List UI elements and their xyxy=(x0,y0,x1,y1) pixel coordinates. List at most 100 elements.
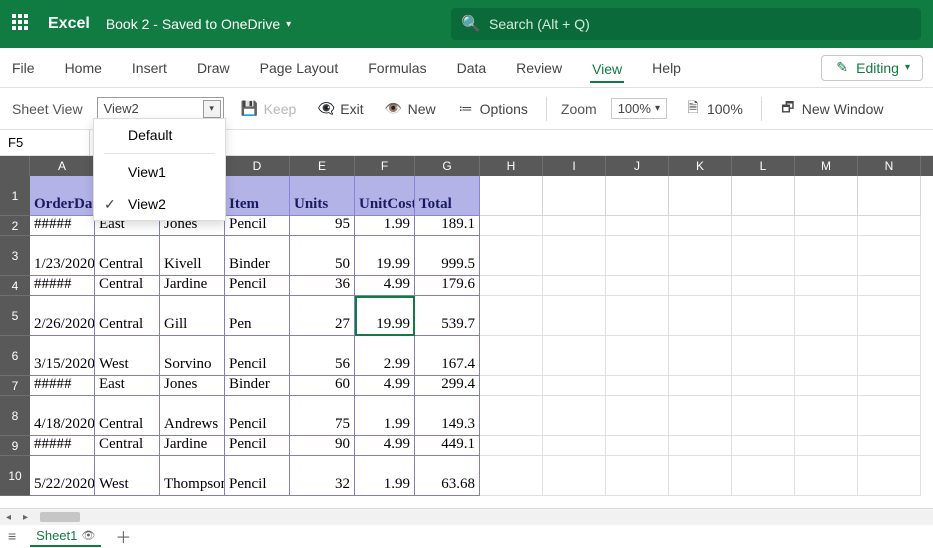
cell[interactable] xyxy=(732,296,795,336)
cell[interactable] xyxy=(732,176,795,216)
cell[interactable] xyxy=(732,456,795,496)
cell[interactable] xyxy=(795,376,858,396)
cell[interactable]: 32 xyxy=(290,456,355,496)
cell[interactable] xyxy=(480,176,543,216)
col-header[interactable]: A xyxy=(30,156,95,176)
dropdown-item-default[interactable]: Default xyxy=(94,119,225,151)
cell[interactable] xyxy=(858,436,921,456)
cell[interactable] xyxy=(480,376,543,396)
scroll-thumb[interactable] xyxy=(40,512,80,522)
cell[interactable]: West xyxy=(95,336,160,376)
cell[interactable]: 63.68 xyxy=(415,456,480,496)
cell[interactable]: 179.6 xyxy=(415,276,480,296)
cell[interactable] xyxy=(606,216,669,236)
cell[interactable]: ##### xyxy=(30,376,95,396)
cell[interactable]: Central xyxy=(95,396,160,436)
cell[interactable] xyxy=(858,376,921,396)
cell[interactable] xyxy=(669,216,732,236)
cell[interactable]: East xyxy=(95,376,160,396)
cell[interactable] xyxy=(858,236,921,276)
cell[interactable] xyxy=(543,216,606,236)
cell[interactable]: Central xyxy=(95,236,160,276)
cell[interactable] xyxy=(480,456,543,496)
cell[interactable] xyxy=(669,376,732,396)
cell[interactable]: 19.99 xyxy=(355,236,415,276)
tab-view[interactable]: View xyxy=(590,55,624,83)
row-header[interactable]: 4 xyxy=(0,276,30,296)
zoom-100-button[interactable]: 🗎 100% xyxy=(681,99,747,119)
cell[interactable] xyxy=(606,456,669,496)
col-header[interactable]: I xyxy=(543,156,606,176)
cell[interactable] xyxy=(543,396,606,436)
cell[interactable]: Jardine xyxy=(160,276,225,296)
select-all-corner[interactable] xyxy=(0,156,30,176)
cell[interactable]: 95 xyxy=(290,216,355,236)
zoom-select[interactable]: 100% ▾ xyxy=(611,98,667,119)
cell[interactable]: 167.4 xyxy=(415,336,480,376)
tab-file[interactable]: File xyxy=(10,54,37,82)
tab-data[interactable]: Data xyxy=(455,54,489,82)
cell[interactable]: ##### xyxy=(30,436,95,456)
cell[interactable]: 999.5 xyxy=(415,236,480,276)
add-sheet-button[interactable]: ＋ xyxy=(115,524,131,548)
cell[interactable] xyxy=(606,296,669,336)
cell[interactable] xyxy=(795,436,858,456)
cell[interactable]: Central xyxy=(95,276,160,296)
cell[interactable] xyxy=(480,236,543,276)
cell[interactable] xyxy=(543,436,606,456)
cell[interactable] xyxy=(606,176,669,216)
cell[interactable]: 3/15/2020 xyxy=(30,336,95,376)
cell[interactable]: Pencil xyxy=(225,436,290,456)
cell[interactable]: Central xyxy=(95,436,160,456)
row-header[interactable]: 1 xyxy=(0,176,30,216)
col-header[interactable]: M xyxy=(795,156,858,176)
cell[interactable] xyxy=(606,376,669,396)
search-box[interactable]: 🔍 xyxy=(451,8,921,40)
cell[interactable] xyxy=(795,176,858,216)
cell[interactable]: Andrews xyxy=(160,396,225,436)
cell[interactable] xyxy=(732,376,795,396)
cell[interactable]: Binder xyxy=(225,376,290,396)
cell[interactable]: 149.3 xyxy=(415,396,480,436)
search-input[interactable] xyxy=(489,16,909,32)
tab-help[interactable]: Help xyxy=(650,54,683,82)
header-cell[interactable]: Total xyxy=(415,176,480,216)
col-header[interactable]: G xyxy=(415,156,480,176)
tab-review[interactable]: Review xyxy=(514,54,564,82)
row-header[interactable]: 5 xyxy=(0,296,30,336)
row-header[interactable]: 7 xyxy=(0,376,30,396)
cell[interactable]: Kivell xyxy=(160,236,225,276)
cell[interactable] xyxy=(858,336,921,376)
cell[interactable] xyxy=(606,276,669,296)
cell[interactable] xyxy=(732,236,795,276)
cell[interactable]: 36 xyxy=(290,276,355,296)
col-header[interactable]: E xyxy=(290,156,355,176)
cell[interactable]: 2.99 xyxy=(355,336,415,376)
cell[interactable] xyxy=(795,296,858,336)
cell[interactable]: Pencil xyxy=(225,456,290,496)
cell[interactable] xyxy=(732,216,795,236)
cell[interactable]: Pen xyxy=(225,296,290,336)
cell[interactable] xyxy=(543,456,606,496)
cell[interactable] xyxy=(480,396,543,436)
cell[interactable] xyxy=(543,236,606,276)
cell[interactable] xyxy=(858,456,921,496)
row-header[interactable]: 8 xyxy=(0,396,30,436)
cell[interactable]: ##### xyxy=(30,276,95,296)
cell[interactable]: 1.99 xyxy=(355,396,415,436)
cell[interactable]: 19.99 xyxy=(355,296,415,336)
cell[interactable]: Pencil xyxy=(225,216,290,236)
cell[interactable]: Gill xyxy=(160,296,225,336)
row-header[interactable]: 3 xyxy=(0,236,30,276)
horizontal-scrollbar[interactable]: ◂ ▸ xyxy=(0,508,933,525)
sheet-tab[interactable]: Sheet1 👁 xyxy=(30,526,101,547)
tab-home[interactable]: Home xyxy=(63,54,104,82)
cell[interactable]: 4.99 xyxy=(355,436,415,456)
tab-formulas[interactable]: Formulas xyxy=(366,54,428,82)
cell[interactable]: 5/22/2020 xyxy=(30,456,95,496)
cell[interactable]: Pencil xyxy=(225,276,290,296)
cell[interactable] xyxy=(606,436,669,456)
cell[interactable] xyxy=(669,436,732,456)
cell[interactable]: Pencil xyxy=(225,336,290,376)
cell[interactable]: Jones xyxy=(160,376,225,396)
